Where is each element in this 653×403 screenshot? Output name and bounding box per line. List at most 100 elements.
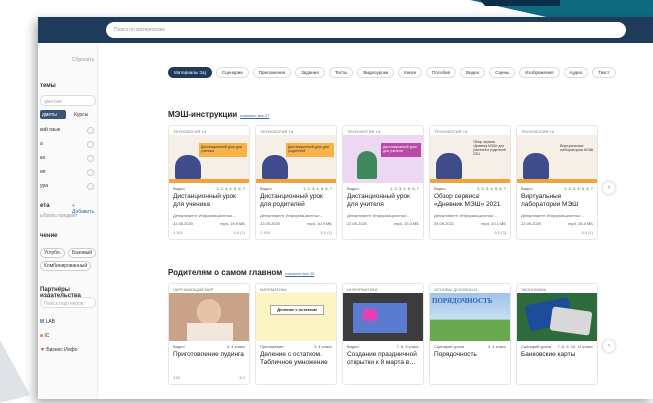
card-date-row: 22.05.2020 mp4, 15.3 МБ [347,221,419,226]
thumbnail-floor [169,179,249,183]
material-card[interactable]: МАТЕМАТИКА Деление с остатком Приложение… [255,283,337,385]
views-count: 1 450 [260,230,271,235]
chip-images[interactable]: Изображения [519,67,560,78]
subject-item[interactable]: ка [40,155,96,162]
subject-item[interactable]: кий язык [40,127,96,134]
card-category: ОКРУЖАЮЩИЙ МИР [173,287,214,292]
partner-logo-icon: ▼ [40,347,45,353]
chip-scenarios[interactable]: Сценарии [215,67,249,78]
section-heading: МЭШ-инструкции [168,110,238,119]
subject-label: а [40,141,43,147]
thumbnail-floor [430,179,510,183]
partner-name: IC [44,333,50,339]
material-card[interactable]: ЭКОНОМИКА Сценарий урока 7, 8, 9, 10, 11 … [516,283,598,385]
material-card[interactable]: ОСНОВЫ ДУХОВНО-Н… ПОРЯДОЧНОСТЬ Сценарий … [429,283,511,385]
tab-courses[interactable]: Курсы [74,112,88,118]
tab-subjects[interactable]: дметы [40,110,66,119]
rating: 4.9 (2) [233,230,245,235]
subject-item[interactable]: ия [40,169,96,176]
chip-tests[interactable]: Тесты [328,67,354,78]
cards-row-2: ОКРУЖАЮЩИЙ МИР Видео 3, 4 класс Приготовл… [168,283,598,385]
level-chip[interactable]: Комбинированный [40,261,92,271]
chip-tasks[interactable]: Задания [295,67,325,78]
add-subject-hint: ыбрать предмет [40,213,78,219]
chip-scenes[interactable]: Сцены [489,67,516,78]
card-meta: Видео 3, 4 класс [173,344,245,349]
card-footer [430,371,510,379]
chip-audio[interactable]: Аудио [563,67,589,78]
level-heading: чение [40,233,58,239]
chip-video[interactable]: Видео [460,67,486,78]
level-chip[interactable]: Базовый [68,248,97,258]
card-meta: Видео 1, 2, 3, 4, 5, 6, 7 [173,186,245,191]
card-category: ТЕХНОЛОГИЯ +4 [260,129,294,134]
girl-photo [197,299,221,325]
material-card[interactable]: ТЕХНОЛОГИЯ +4 Обзор сервиса «Дневник МЭШ… [429,125,511,240]
card-category: ОСНОВЫ ДУХОВНО-Н… [434,287,482,292]
person-illustration [357,151,377,179]
chip-text[interactable]: Текст [592,67,616,78]
card-footer: 1 450 5.0 (1) [256,226,336,239]
views-count: 215 [173,375,180,380]
material-card[interactable]: ОКРУЖАЮЩИЙ МИР Видео 3, 4 класс Приготовл… [168,283,250,385]
card-thumbnail [169,293,249,341]
card-category: ТЕХНОЛОГИЯ +4 [347,129,381,134]
card-thumbnail: Обзор сервиса «Дневник МЭШ» для учителей… [430,135,510,183]
subject-item[interactable]: а [40,141,96,148]
card-title: Порядочность [434,351,477,358]
subject-label: ура [40,183,49,189]
search-input[interactable]: Поиск по материалам [106,22,626,38]
chip-materials[interactable]: Материалы ЭЦ [168,67,212,78]
section-title-parents: Родителям о самом главном показать все 20 [168,268,314,277]
bank-card-photo [549,306,593,336]
card-meta: Видео 1, 2, 3, 4, 5, 6, 7 [521,186,593,191]
partner-logo-icon: ■ [40,333,44,339]
card-title: Банковские карты [521,351,576,358]
card-thumbnail: Деление с остатком [256,293,336,341]
subject-label: ка [40,155,46,161]
card-thumbnail: ПОРЯДОЧНОСТЬ [430,293,510,341]
chip-manuals[interactable]: Пособия [425,67,457,78]
material-card[interactable]: ТЕХНОЛОГИЯ +4 Дистанционный урок для род… [255,125,337,240]
show-all-link[interactable]: показать все 20 [285,271,314,276]
section-heading: Родителям о самом главном [168,268,283,277]
subject-search-input[interactable]: дметам [40,95,96,106]
carousel-next-arrow-icon[interactable]: › [603,340,615,352]
material-card[interactable]: ИНФОРМАТИКА Видео 7, 8, 9 класс Создание … [342,283,424,385]
card-date-row: 22.05.2020 mp4, 19.9 МБ [173,221,245,226]
partner-item[interactable]: ▼ Бизнес Инфо [40,347,77,353]
subjects-heading: ета [40,203,50,209]
section-title-mesh: МЭШ-инструкции показать все 27 [168,110,269,119]
subject-item[interactable]: ура [40,183,96,190]
chip-apps[interactable]: Приложения [252,67,292,78]
material-type-chips: Материалы ЭЦ Сценарии Приложения Задания… [168,67,616,78]
card-footer: 1 301 4.9 (2) [169,226,249,239]
top-bar: Поиск по материалам [38,17,653,43]
thumbnail-floor [256,179,336,183]
rating: 5.0 (3) [494,230,506,235]
material-card[interactable]: ТЕХНОЛОГИЯ +4 Виртуальные лаборатории МЭ… [516,125,598,240]
cards-row-1: ТЕХНОЛОГИЯ +4 Дистанционный урок для уче… [168,125,598,240]
material-card[interactable]: ТЕХНОЛОГИЯ +4 Дистанционный урок для уче… [168,125,250,240]
filters-sidebar: Сбросить темы дметам дметы Курсы кий язы… [38,43,98,399]
rating: 5.0 [239,375,245,380]
carousel-next-arrow-icon[interactable]: › [603,182,615,194]
chip-videolessons[interactable]: Видеоуроки [357,67,395,78]
card-thumbnail: Дистанционный урок для ученика [169,135,249,183]
card-footer: 215 5.0 [169,371,249,384]
level-chip[interactable]: Углубл. [40,248,66,258]
card-title: Обзор сервиса «Дневник МЭШ» 2021 [434,193,501,208]
card-meta: Видео 1, 2, 3, 4, 5, 6, 7 [434,186,506,191]
partners-search-input[interactable]: Поиск партнеров [40,297,96,308]
material-card[interactable]: ТЕХНОЛОГИЯ +4 Дистанционный урок для учи… [342,125,424,240]
card-category: ТЕХНОЛОГИЯ +4 [173,129,207,134]
subject-label: ия [40,169,46,175]
partner-item[interactable]: ■ IC [40,333,49,339]
chip-books[interactable]: Книги [398,67,422,78]
card-title: Дистанционный урок для родителей [260,193,323,208]
partner-item[interactable]: M LAB [40,319,55,325]
show-all-link[interactable]: показать все 27 [240,113,269,118]
count-badge [87,183,94,190]
thumbnail-banner: Деление с остатком [270,305,324,315]
reset-link[interactable]: Сбросить [72,57,94,63]
